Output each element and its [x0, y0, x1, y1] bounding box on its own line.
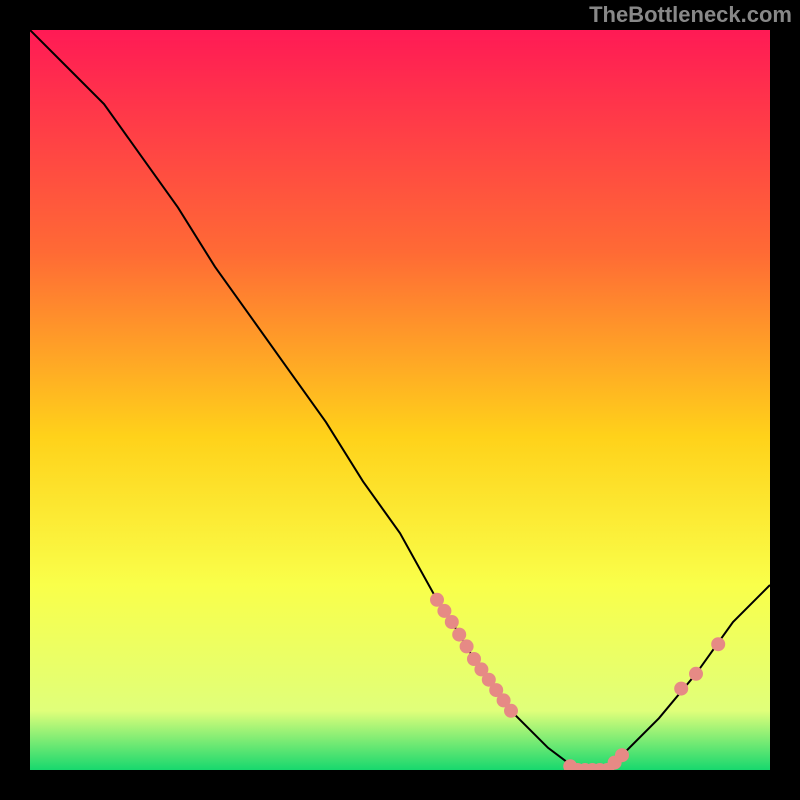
- data-point: [615, 748, 629, 762]
- data-point: [689, 667, 703, 681]
- gradient-background: [30, 30, 770, 770]
- data-point: [674, 682, 688, 696]
- data-point: [504, 704, 518, 718]
- data-point: [460, 639, 474, 653]
- plot-area: [30, 30, 770, 770]
- watermark-text: TheBottleneck.com: [589, 2, 792, 28]
- data-point: [711, 637, 725, 651]
- data-point: [445, 615, 459, 629]
- chart-svg: [30, 30, 770, 770]
- data-point: [452, 628, 466, 642]
